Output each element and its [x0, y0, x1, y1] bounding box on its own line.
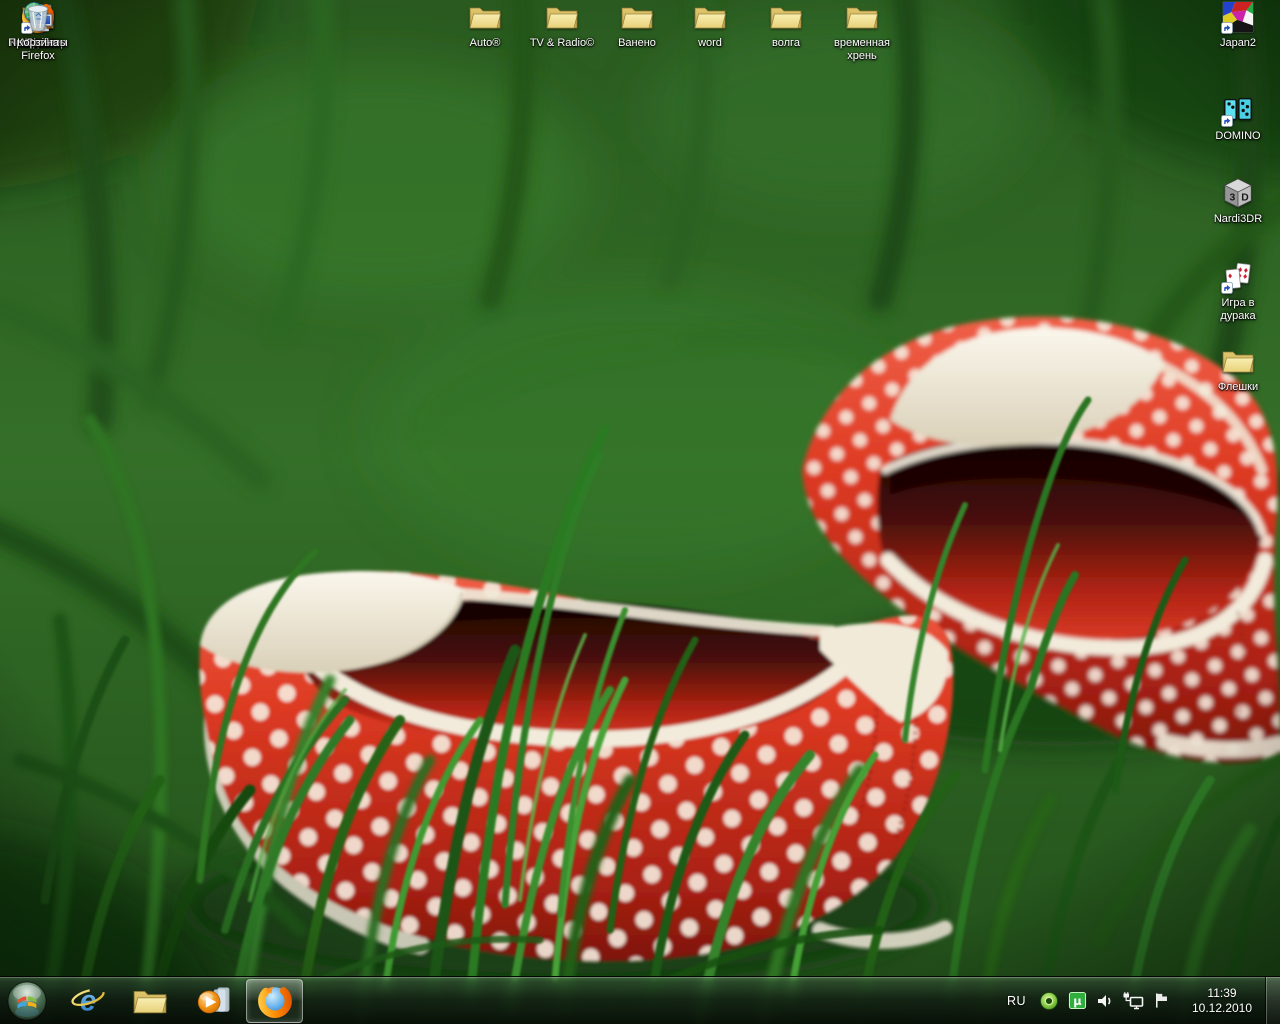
icon-label: Ванено	[618, 37, 656, 50]
desktop-icon-nardi3dr[interactable]: 3 D Nardi3DR	[1200, 176, 1276, 226]
internet-explorer-icon: e	[69, 982, 107, 1020]
icon-label: Japan2	[1220, 37, 1256, 50]
system-tray: RU µ	[998, 977, 1280, 1024]
desktop-icon-temp-stuff[interactable]: временная хрень	[821, 0, 903, 63]
media-player-icon	[193, 982, 231, 1020]
desktop-icon-domino[interactable]: DOMINO	[1200, 93, 1276, 143]
desktop-icon-vaneno[interactable]: Ванено	[597, 0, 677, 50]
clock-date: 10.12.2010	[1185, 1001, 1259, 1016]
utorrent-tray-icon[interactable]: µ	[1066, 990, 1088, 1012]
firefox-taskbar-button[interactable]	[246, 979, 303, 1023]
desktop-icon-auto[interactable]: Auto®	[445, 0, 525, 50]
svg-text:µ: µ	[1073, 994, 1082, 1008]
icon-label: Nardi3DR	[1214, 213, 1262, 226]
show-desktop-button[interactable]	[1265, 977, 1280, 1024]
antivirus-tray-icon[interactable]	[1038, 990, 1060, 1012]
svg-text:D: D	[1241, 193, 1249, 204]
playing-cards-icon	[1220, 260, 1256, 294]
folder-icon	[768, 0, 804, 34]
domino-icon	[1220, 93, 1256, 127]
recycle-bin-icon	[20, 0, 56, 34]
folder-icon	[844, 0, 880, 34]
desktop-icon-word[interactable]: word	[670, 0, 750, 50]
icon-label: DOMINO	[1215, 130, 1260, 143]
media-player-button[interactable]	[192, 979, 232, 1023]
windows-explorer-button[interactable]	[130, 979, 170, 1023]
svg-text:3: 3	[1230, 193, 1236, 204]
icon-label: Auto®	[470, 37, 501, 50]
mosaic-app-icon	[1220, 0, 1256, 34]
shortcut-arrow-icon	[1221, 115, 1233, 127]
desktop-icon-fleshki[interactable]: Флешки	[1200, 344, 1276, 394]
network-tray-icon[interactable]	[1122, 990, 1144, 1012]
folder-icon	[1220, 344, 1256, 378]
wallpaper-shoes-in-grass	[0, 0, 1280, 1024]
taskbar: e	[0, 976, 1280, 1024]
start-button[interactable]	[2, 977, 52, 1024]
icon-label: Флешки	[1218, 381, 1258, 394]
icon-label: Корзина	[17, 37, 59, 50]
folder-icon	[132, 985, 168, 1017]
action-center-flag-icon[interactable]	[1150, 990, 1172, 1012]
folder-icon	[467, 0, 503, 34]
internet-explorer-button[interactable]: e	[68, 979, 108, 1023]
desktop-icon-recycle-bin[interactable]: Корзина	[0, 0, 76, 50]
desktop-icon-volga[interactable]: волга	[746, 0, 826, 50]
desktop-icon-durak-cards[interactable]: Игра в дурака	[1200, 260, 1276, 323]
shortcut-arrow-icon	[1221, 282, 1233, 294]
volume-tray-icon[interactable]	[1094, 990, 1116, 1012]
icon-label: волга	[772, 37, 800, 50]
shortcut-arrow-icon	[1221, 22, 1233, 34]
icon-label: Игра в дурака	[1207, 297, 1269, 323]
icon-label: word	[698, 37, 722, 50]
icon-label: TV & Radio©	[530, 37, 594, 50]
desktop-icon-tv-radio[interactable]: TV & Radio©	[522, 0, 602, 50]
clock-time: 11:39	[1185, 986, 1259, 1001]
firefox-icon	[257, 983, 293, 1019]
cube-3d-icon: 3 D	[1220, 176, 1256, 210]
windows-orb-icon	[5, 979, 49, 1023]
icon-label: временная хрень	[821, 37, 903, 63]
taskbar-clock[interactable]: 11:39 10.12.2010	[1185, 986, 1259, 1016]
desktop-icon-japan2[interactable]: Japan2	[1200, 0, 1276, 50]
folder-icon	[692, 0, 728, 34]
folder-icon	[619, 0, 655, 34]
folder-icon	[544, 0, 580, 34]
language-indicator[interactable]: RU	[998, 994, 1035, 1008]
desktop[interactable]: Компьютер Admin Игры Пр	[0, 0, 1280, 1024]
